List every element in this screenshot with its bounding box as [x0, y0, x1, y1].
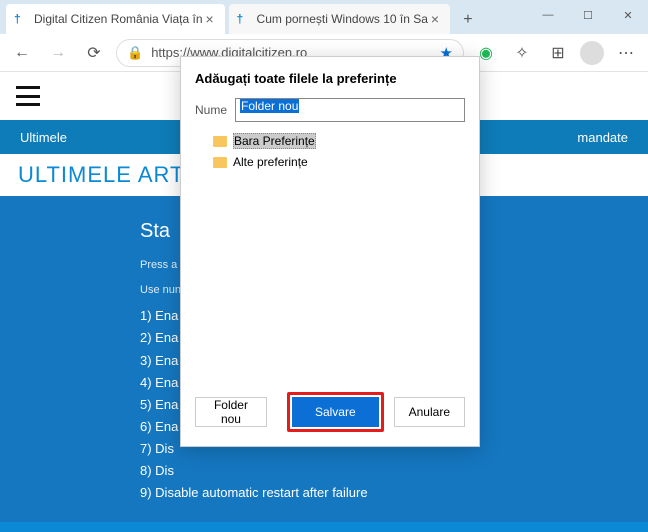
dialog-title: Adăugați toate filele la preferințe: [195, 71, 465, 86]
save-button[interactable]: Salvare: [292, 397, 379, 427]
cancel-button[interactable]: Anulare: [394, 397, 465, 427]
highlight-box: Salvare: [287, 392, 384, 432]
name-label: Nume: [195, 103, 235, 117]
folder-icon: [213, 157, 227, 168]
folder-label: Alte preferințe: [233, 155, 308, 169]
folder-icon: [213, 136, 227, 147]
folder-tree[interactable]: Bara Preferințe Alte preferințe: [195, 130, 465, 380]
bookmark-dialog: Adăugați toate filele la preferințe Nume…: [180, 56, 480, 447]
folder-item[interactable]: Alte preferințe: [195, 152, 465, 172]
name-input[interactable]: Folder nou: [235, 98, 465, 122]
folder-label: Bara Preferințe: [233, 133, 316, 149]
folder-item[interactable]: Bara Preferințe: [195, 130, 465, 152]
new-folder-button[interactable]: Folder nou: [195, 397, 267, 427]
dialog-overlay: Adăugați toate filele la preferințe Nume…: [0, 0, 648, 532]
